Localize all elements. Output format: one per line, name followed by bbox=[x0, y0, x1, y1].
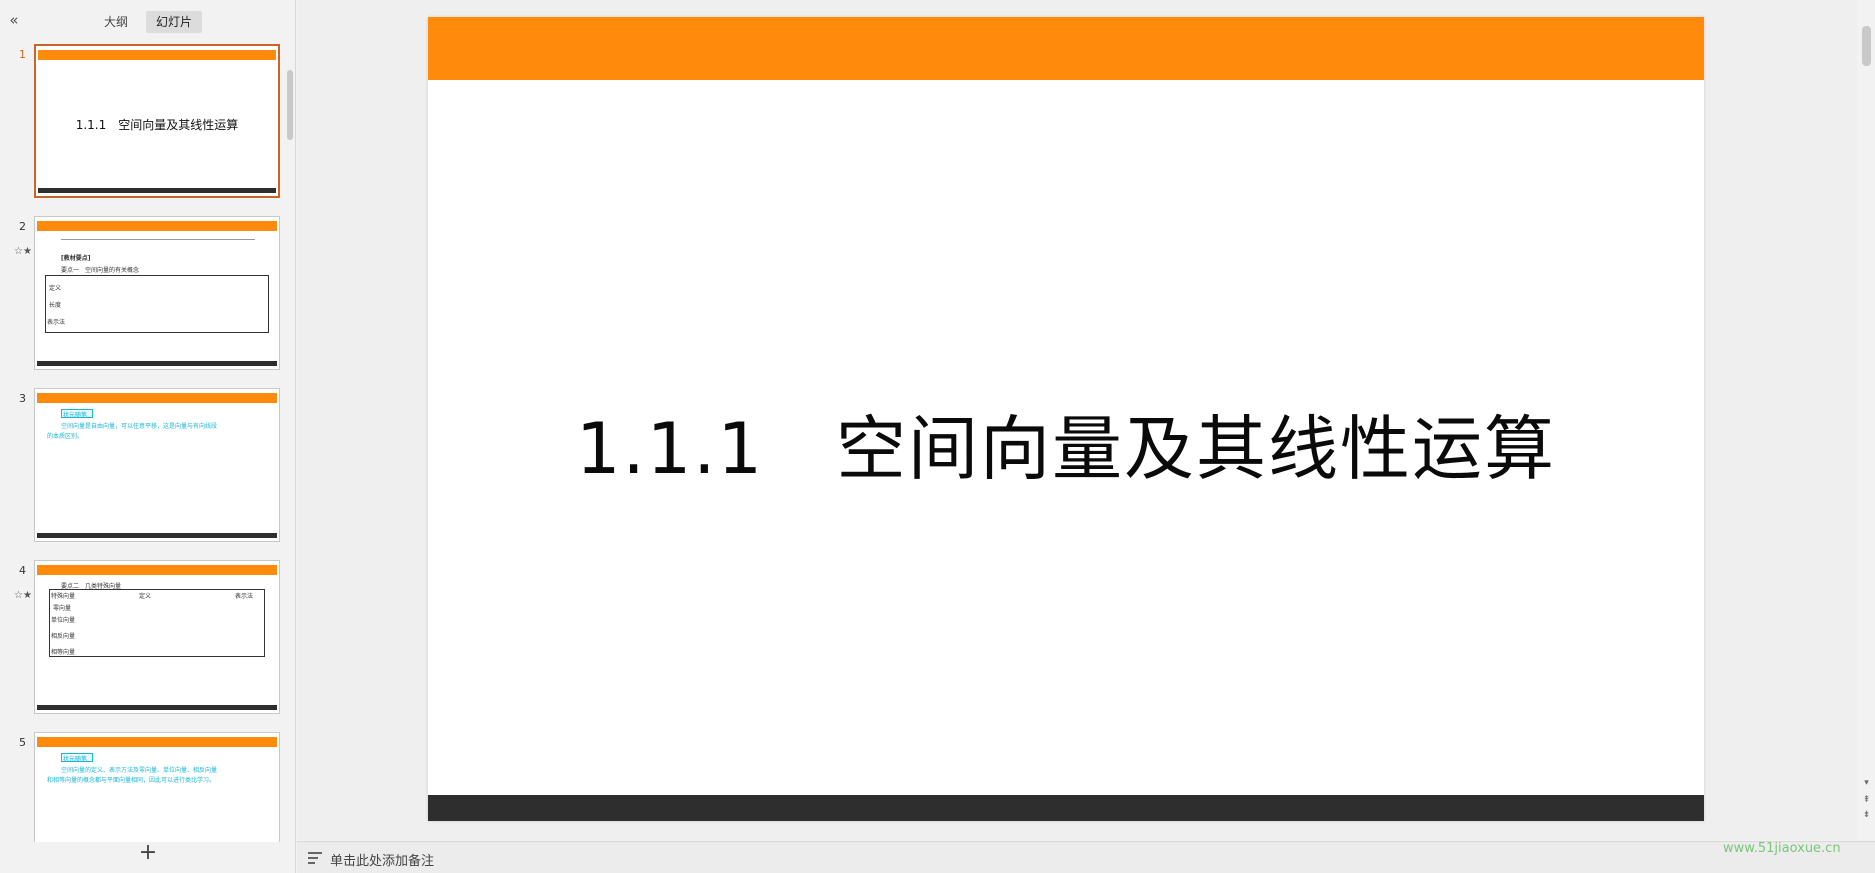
thumbnail-tag: 状元随笔 bbox=[63, 756, 88, 763]
animation-star-icon: ☆★ bbox=[14, 590, 32, 601]
thumbnail-table-cell: 长度 bbox=[49, 302, 62, 309]
slide-dark-footer-bar bbox=[428, 795, 1704, 821]
thumbnail-scrollbar-thumb[interactable] bbox=[287, 70, 293, 140]
thumbnail-table-cell: 定义 bbox=[49, 285, 62, 292]
panel-tabs: 大纲 幻灯片 bbox=[94, 11, 203, 33]
thumbnail-table-cell: 相等向量 bbox=[51, 649, 76, 656]
slide-thumbnail-row-1: 1 1.1.1 空间向量及其线性运算 bbox=[0, 42, 296, 202]
scroll-down-arrow-icon[interactable]: ▾ bbox=[1861, 778, 1872, 789]
thumbnail-table-header: 定义 bbox=[139, 593, 152, 600]
slide-orange-header-bar bbox=[428, 17, 1704, 80]
thumbnail-text-line: 的本质区别。 bbox=[47, 433, 84, 440]
slide-thumbnail-list: 1 1.1.1 空间向量及其线性运算 2 ☆★ [教材要点] 要点一 空间向量的… bbox=[0, 42, 296, 842]
thumbnail-subheading: 要点一 空间向量的有关概念 bbox=[61, 267, 140, 274]
thumbnail-top-bar bbox=[38, 50, 276, 60]
thumbnail-text-line: 空间向量的定义、表示方法及零向量、单位向量、相反向量 bbox=[61, 767, 218, 774]
thumbnail-tag: 状元随笔 bbox=[63, 412, 88, 419]
slide-thumbnail-4[interactable]: 要点二 几类特殊向量 特殊向量 定义 表示法 零向量 单位向量 相反向量 相等向… bbox=[34, 560, 280, 714]
notes-list-icon bbox=[308, 851, 324, 865]
tab-outline[interactable]: 大纲 bbox=[94, 11, 138, 33]
slide-thumbnail-row-2: 2 ☆★ [教材要点] 要点一 空间向量的有关概念 定义 长度 表示法 bbox=[0, 214, 296, 374]
thumbnail-title: 1.1.1 空间向量及其线性运算 bbox=[75, 118, 239, 132]
watermark-text: www.51jiaoxue.cn bbox=[1723, 841, 1841, 856]
thumbnail-table-cell: 单位向量 bbox=[51, 617, 76, 624]
slide-thumbnail-1[interactable]: 1.1.1 空间向量及其线性运算 bbox=[34, 44, 280, 198]
slide-thumbnail-3[interactable]: 状元随笔 空间向量是自由向量，可以任意平移，这是向量与有向线段 的本质区别。 bbox=[34, 388, 280, 542]
thumbnail-divider bbox=[61, 239, 255, 240]
animation-star-icon: ☆★ bbox=[14, 246, 32, 257]
thumbnail-top-bar bbox=[37, 393, 277, 403]
thumbnail-bottom-bar bbox=[37, 533, 277, 538]
thumbnail-top-bar bbox=[37, 221, 277, 231]
thumbnail-scrollbar[interactable] bbox=[286, 40, 294, 840]
slide-number: 1 bbox=[19, 48, 26, 61]
thumbnail-bottom-bar bbox=[38, 188, 276, 193]
thumbnail-table-cell: 相反向量 bbox=[51, 633, 76, 640]
slide-number: 5 bbox=[19, 736, 26, 749]
notes-bar[interactable]: 单击此处添加备注 bbox=[297, 841, 1875, 873]
thumbnail-table bbox=[49, 589, 265, 657]
slide-editing-area: 1.1.1 空间向量及其线性运算 bbox=[297, 0, 1857, 840]
slide-navigation-panel: « 大纲 幻灯片 1 1.1.1 空间向量及其线性运算 2 ☆★ [教材要点] … bbox=[0, 0, 296, 873]
slide-number: 3 bbox=[19, 392, 26, 405]
thumbnail-table bbox=[45, 275, 269, 333]
slide-thumbnail-5[interactable]: 状元随笔 空间向量的定义、表示方法及零向量、单位向量、相反向量 和相等向量的概念… bbox=[34, 732, 280, 842]
thumbnail-top-bar bbox=[37, 565, 277, 575]
slide-title[interactable]: 1.1.1 空间向量及其线性运算 bbox=[428, 393, 1704, 494]
slide-thumbnail-row-3: 3 状元随笔 空间向量是自由向量，可以任意平移，这是向量与有向线段 的本质区别。 bbox=[0, 386, 296, 546]
add-slide-button[interactable]: + bbox=[138, 842, 158, 864]
thumbnail-table-header: 特殊向量 bbox=[51, 593, 76, 600]
thumbnail-top-bar bbox=[37, 737, 277, 747]
main-vertical-scrollbar[interactable]: ▾ ⇞ ⇟ bbox=[1858, 0, 1875, 840]
thumbnail-heading: [教材要点] bbox=[61, 255, 91, 262]
thumbnail-text-line: 和相等向量的概念都与平面向量相同，因此可以进行类比学习。 bbox=[47, 777, 216, 784]
slide-thumbnail-row-4: 4 ☆★ 要点二 几类特殊向量 特殊向量 定义 表示法 零向量 单位向量 相反向… bbox=[0, 558, 296, 718]
slide-thumbnail-2[interactable]: [教材要点] 要点一 空间向量的有关概念 定义 长度 表示法 bbox=[34, 216, 280, 370]
slide-number: 2 bbox=[19, 220, 26, 233]
notes-placeholder[interactable]: 单击此处添加备注 bbox=[330, 850, 434, 869]
thumbnail-table-cell: 表示法 bbox=[47, 319, 66, 326]
thumbnail-text-line: 空间向量是自由向量，可以任意平移，这是向量与有向线段 bbox=[61, 423, 218, 430]
tab-slides[interactable]: 幻灯片 bbox=[146, 11, 203, 33]
main-scrollbar-thumb[interactable] bbox=[1862, 26, 1871, 66]
thumbnail-table-cell: 零向量 bbox=[53, 605, 72, 612]
thumbnail-bottom-bar bbox=[37, 705, 277, 710]
thumbnail-table-header: 表示法 bbox=[235, 593, 254, 600]
current-slide[interactable]: 1.1.1 空间向量及其线性运算 bbox=[428, 17, 1704, 821]
collapse-panel-icon[interactable]: « bbox=[6, 12, 22, 28]
presentation-app: « 大纲 幻灯片 1 1.1.1 空间向量及其线性运算 2 ☆★ [教材要点] … bbox=[0, 0, 1875, 873]
next-slide-icon[interactable]: ⇟ bbox=[1861, 810, 1872, 821]
previous-slide-icon[interactable]: ⇞ bbox=[1861, 795, 1872, 806]
slide-thumbnail-row-5: 5 状元随笔 空间向量的定义、表示方法及零向量、单位向量、相反向量 和相等向量的… bbox=[0, 730, 296, 842]
slide-number: 4 bbox=[19, 564, 26, 577]
thumbnail-bottom-bar bbox=[37, 361, 277, 366]
